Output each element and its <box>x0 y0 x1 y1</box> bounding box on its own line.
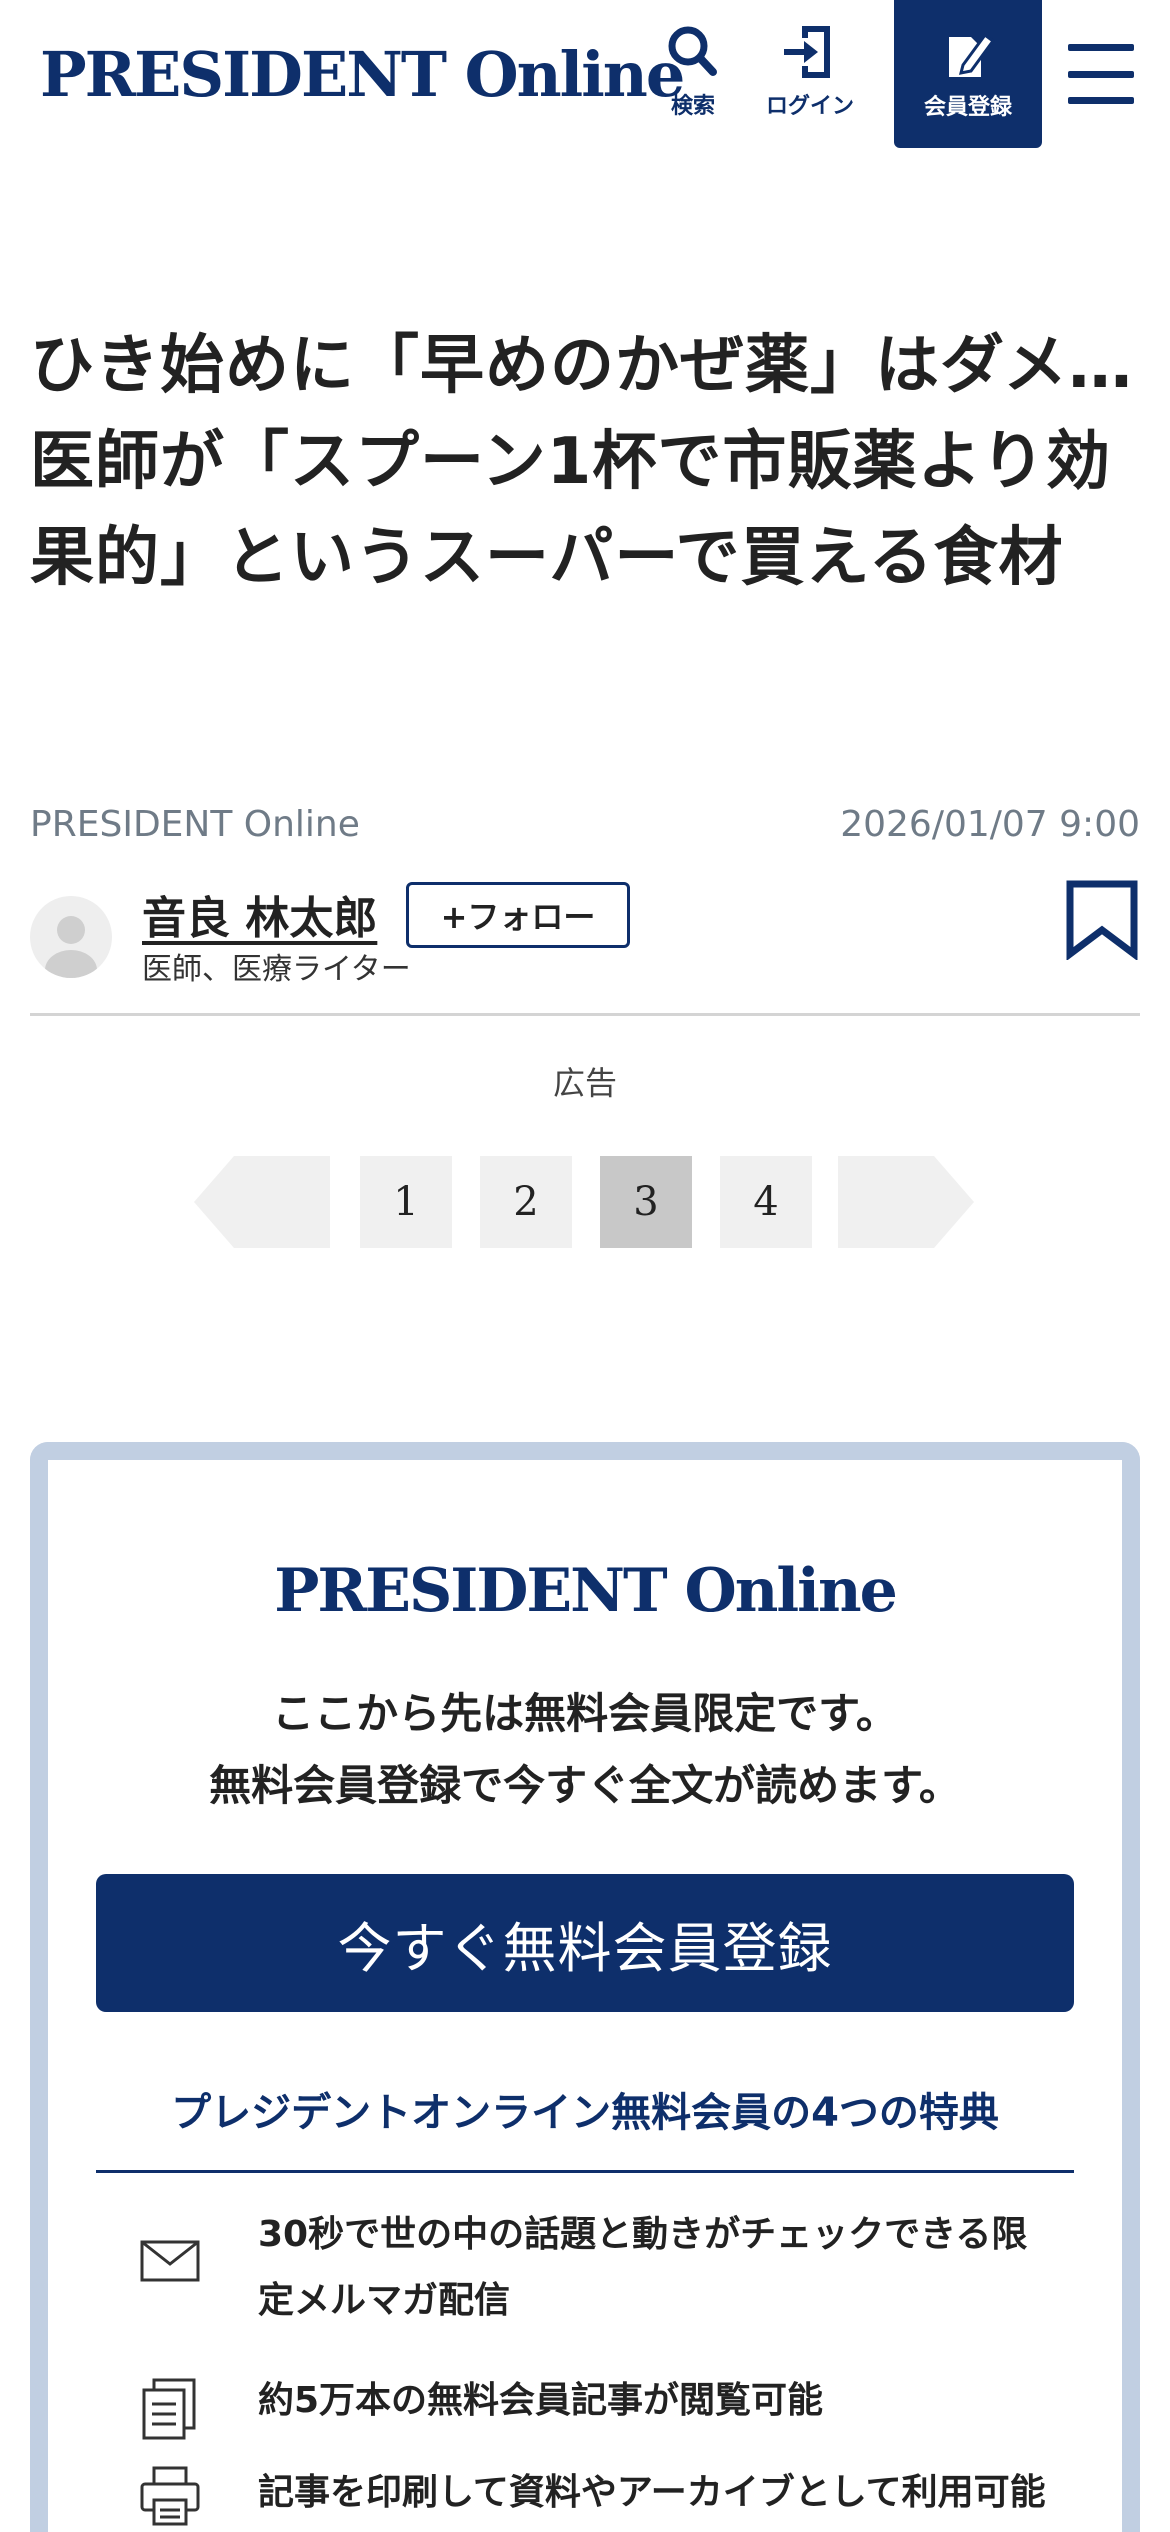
benefit-text: 記事を印刷して資料やアーカイブとして利用可能 <box>258 2472 1046 2513</box>
page: PRESIDENT Online 検索 ログイン 会員登録 ひき始めに「早めのか… <box>0 0 1170 2532</box>
user-silhouette-icon <box>45 916 97 978</box>
search-button[interactable]: 検索 <box>638 22 748 122</box>
page-link-1[interactable]: 1 <box>360 1156 452 1248</box>
article-title: ひき始めに「早めのかぜ薬」はダメ…医師が「スプーン1杯で市販薬より効果的」という… <box>30 329 1134 595</box>
free-register-button[interactable]: 今すぐ無料会員登録 <box>96 1874 1074 2012</box>
meta-divider <box>30 1013 1140 1016</box>
login-label: ログイン <box>765 94 854 119</box>
follow-button[interactable]: +フォロー <box>406 882 630 948</box>
hamburger-menu-button[interactable] <box>1068 44 1134 104</box>
benefit-text: 30秒で世の中の話題と動きがチェックできる限定メルマガ配信 <box>258 2214 1028 2321</box>
menu-bar-icon <box>1068 97 1134 104</box>
bookmark-button[interactable] <box>1064 880 1140 961</box>
author-avatar[interactable] <box>30 896 112 978</box>
author-role: 医師、医療ライター <box>142 952 411 987</box>
next-page-button[interactable] <box>838 1156 974 1248</box>
site-logo[interactable]: PRESIDENT Online <box>40 38 685 111</box>
search-icon <box>668 26 717 76</box>
search-label: 検索 <box>670 94 715 119</box>
paywall-message: ここから先は無料会員限定です。 無料会員登録で今すぐ全文が読めます。 <box>48 1678 1122 1822</box>
login-button[interactable]: ログイン <box>755 22 865 122</box>
page-pagination: 1 2 3 4 <box>0 1156 1170 1248</box>
register-label: 会員登録 <box>923 95 1012 120</box>
paywall-message-line1: ここから先は無料会員限定です。 <box>272 1689 898 1738</box>
ad-label: 広告 <box>552 1064 617 1102</box>
benefits-title: プレジデントオンライン無料会員の4つの特典 <box>171 2090 999 2136</box>
page-link-3-current[interactable]: 3 <box>600 1156 692 1248</box>
article-source: PRESIDENT Online <box>30 804 360 845</box>
page-link-2[interactable]: 2 <box>480 1156 572 1248</box>
page-link-4[interactable]: 4 <box>720 1156 812 1248</box>
menu-bar-icon <box>1068 70 1134 78</box>
author-name-link[interactable]: 音良 林太郎 <box>142 882 377 946</box>
paywall-message-line2: 無料会員登録で今すぐ全文が読めます。 <box>209 1761 961 1810</box>
register-icon <box>949 32 995 77</box>
prev-page-button[interactable] <box>194 1156 330 1248</box>
register-button[interactable]: 会員登録 <box>894 0 1042 148</box>
benefits-divider <box>96 2170 1074 2173</box>
article-date: 2026/01/07 9:00 <box>840 804 1140 845</box>
arrow-right-icon <box>838 1156 974 1248</box>
login-icon <box>784 26 830 78</box>
paywall-logo: PRESIDENT Online <box>274 1556 898 1626</box>
paywall-card: PRESIDENT Online ここから先は無料会員限定です。 無料会員登録で… <box>30 1442 1140 2532</box>
site-header: PRESIDENT Online 検索 ログイン 会員登録 <box>0 0 1170 150</box>
arrow-left-icon <box>194 1156 330 1248</box>
mail-icon <box>140 2240 200 2282</box>
printer-icon <box>140 2466 200 2526</box>
benefit-text: 約5万本の無料会員記事が閲覧可能 <box>258 2380 824 2421</box>
bookmark-icon <box>1066 880 1138 961</box>
documents-icon <box>142 2378 196 2440</box>
menu-bar-icon <box>1068 44 1134 51</box>
